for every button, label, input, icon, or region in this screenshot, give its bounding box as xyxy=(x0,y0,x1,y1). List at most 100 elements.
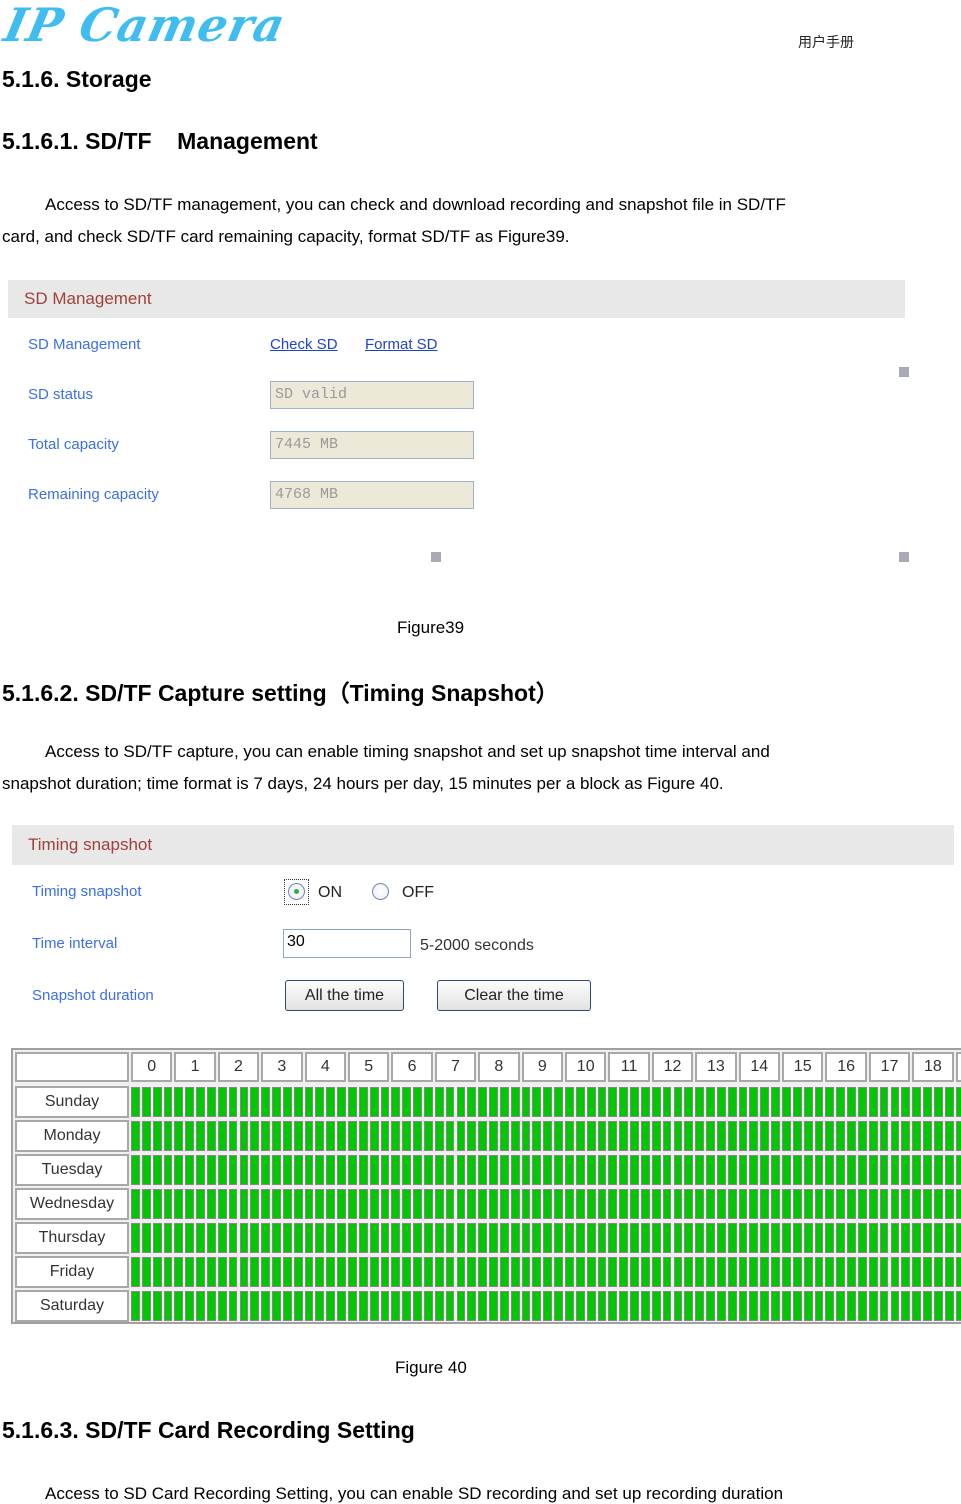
time-block[interactable] xyxy=(402,1257,412,1287)
hour-header-cell[interactable]: 17 xyxy=(868,1052,911,1082)
time-block[interactable] xyxy=(727,1257,737,1287)
time-block[interactable] xyxy=(738,1257,748,1287)
time-block[interactable] xyxy=(510,1189,520,1219)
time-block[interactable] xyxy=(445,1121,455,1151)
time-block[interactable] xyxy=(695,1087,705,1117)
time-block[interactable] xyxy=(792,1087,802,1117)
time-block[interactable] xyxy=(141,1189,151,1219)
time-block[interactable] xyxy=(293,1189,303,1219)
time-block[interactable] xyxy=(413,1087,422,1117)
time-block[interactable] xyxy=(434,1121,444,1151)
time-block[interactable] xyxy=(890,1223,900,1253)
time-block[interactable] xyxy=(825,1155,835,1185)
time-block[interactable] xyxy=(163,1189,173,1219)
time-block[interactable] xyxy=(293,1257,303,1287)
time-block[interactable] xyxy=(933,1155,943,1185)
time-block[interactable] xyxy=(185,1087,195,1117)
time-block[interactable] xyxy=(923,1257,932,1287)
time-block[interactable] xyxy=(565,1121,574,1151)
hour-header-cell[interactable]: 3 xyxy=(261,1052,303,1082)
time-block[interactable] xyxy=(282,1223,292,1253)
time-block[interactable] xyxy=(326,1291,336,1321)
time-block[interactable] xyxy=(782,1189,791,1219)
time-block[interactable] xyxy=(933,1223,943,1253)
time-block[interactable] xyxy=(196,1291,205,1321)
time-block[interactable] xyxy=(423,1087,433,1117)
time-block[interactable] xyxy=(141,1121,151,1151)
time-block[interactable] xyxy=(857,1189,867,1219)
time-block[interactable] xyxy=(857,1257,867,1287)
time-block[interactable] xyxy=(619,1291,629,1321)
time-block[interactable] xyxy=(792,1291,802,1321)
time-block[interactable] xyxy=(174,1223,184,1253)
time-block[interactable] xyxy=(456,1087,466,1117)
time-block[interactable] xyxy=(510,1257,520,1287)
time-block[interactable] xyxy=(272,1155,281,1185)
hour-header-cell[interactable]: 4 xyxy=(304,1052,346,1082)
time-block[interactable] xyxy=(575,1155,585,1185)
time-block[interactable] xyxy=(445,1087,455,1117)
time-block[interactable] xyxy=(250,1155,260,1185)
time-block[interactable] xyxy=(293,1223,303,1253)
time-block[interactable] xyxy=(185,1257,195,1287)
timing-on-radio[interactable] xyxy=(288,883,305,900)
time-block[interactable] xyxy=(337,1257,346,1287)
time-block[interactable] xyxy=(706,1155,715,1185)
time-block[interactable] xyxy=(499,1223,509,1253)
time-block[interactable] xyxy=(489,1087,498,1117)
time-block[interactable] xyxy=(348,1121,357,1151)
time-block[interactable] xyxy=(282,1291,292,1321)
time-block[interactable] xyxy=(413,1257,422,1287)
time-block[interactable] xyxy=(575,1087,585,1117)
time-block[interactable] xyxy=(467,1155,477,1185)
time-block[interactable] xyxy=(630,1121,639,1151)
time-block[interactable] xyxy=(814,1291,824,1321)
time-block[interactable] xyxy=(857,1223,867,1253)
time-block[interactable] xyxy=(413,1223,422,1253)
time-block[interactable] xyxy=(499,1087,509,1117)
time-block[interactable] xyxy=(814,1155,824,1185)
time-block[interactable] xyxy=(749,1155,759,1185)
time-block[interactable] xyxy=(651,1087,661,1117)
time-block[interactable] xyxy=(174,1155,184,1185)
time-block[interactable] xyxy=(586,1223,596,1253)
hour-header-cell[interactable]: 9 xyxy=(521,1052,563,1082)
time-block[interactable] xyxy=(196,1155,205,1185)
time-block[interactable] xyxy=(532,1155,542,1185)
time-block[interactable] xyxy=(716,1121,726,1151)
time-block[interactable] xyxy=(738,1121,748,1151)
time-block[interactable] xyxy=(131,1223,140,1253)
time-block[interactable] xyxy=(782,1257,791,1287)
time-block[interactable] xyxy=(358,1257,368,1287)
time-block[interactable] xyxy=(456,1257,466,1287)
time-block[interactable] xyxy=(315,1087,325,1117)
time-block[interactable] xyxy=(923,1223,932,1253)
time-block[interactable] xyxy=(402,1121,412,1151)
time-block[interactable] xyxy=(792,1257,802,1287)
time-block[interactable] xyxy=(912,1291,922,1321)
time-block[interactable] xyxy=(630,1087,639,1117)
time-block[interactable] xyxy=(684,1121,694,1151)
time-block[interactable] xyxy=(131,1189,140,1219)
time-block[interactable] xyxy=(413,1291,422,1321)
time-block[interactable] xyxy=(792,1121,802,1151)
time-block[interactable] xyxy=(217,1155,227,1185)
time-block[interactable] xyxy=(706,1121,715,1151)
time-block[interactable] xyxy=(706,1291,715,1321)
time-block[interactable] xyxy=(141,1257,151,1287)
time-block[interactable] xyxy=(771,1257,780,1287)
time-block[interactable] xyxy=(901,1087,911,1117)
time-block[interactable] xyxy=(282,1257,292,1287)
time-block[interactable] xyxy=(152,1291,162,1321)
time-block[interactable] xyxy=(608,1189,618,1219)
time-block[interactable] xyxy=(131,1257,140,1287)
time-block[interactable] xyxy=(933,1189,943,1219)
time-block[interactable] xyxy=(923,1189,932,1219)
time-block[interactable] xyxy=(868,1189,878,1219)
time-block[interactable] xyxy=(857,1087,867,1117)
time-block[interactable] xyxy=(272,1087,281,1117)
hour-header-cell[interactable]: 1 xyxy=(174,1052,216,1082)
time-block[interactable] xyxy=(445,1257,455,1287)
time-block[interactable] xyxy=(272,1189,281,1219)
time-block[interactable] xyxy=(727,1155,737,1185)
